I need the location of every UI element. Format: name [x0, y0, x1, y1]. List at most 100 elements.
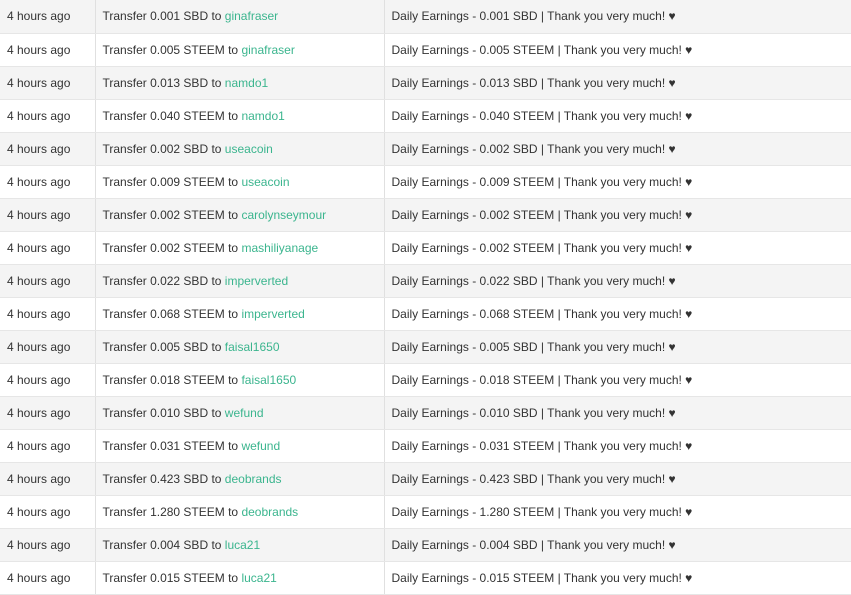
transfer-amount-text: Transfer 0.068 STEEM to: [102, 306, 239, 321]
transfer-history-body: 4 hours ago Transfer 0.001 SBD to ginafra…: [0, 0, 851, 595]
table-row: 4 hours ago Transfer 0.040 STEEM to namdo…: [0, 99, 851, 133]
recipient-user-link[interactable]: luca21: [241, 571, 276, 585]
recipient-user-link[interactable]: luca21: [225, 538, 260, 552]
recipient-user-link[interactable]: faisal1650: [241, 373, 296, 387]
recipient-user-link[interactable]: carolynseymour: [241, 208, 326, 222]
transaction-memo: Daily Earnings - 0.031 STEEM | Thank you…: [384, 429, 851, 463]
transaction-time: 4 hours ago: [0, 231, 96, 265]
transaction-memo: Daily Earnings - 0.423 SBD | Thank you v…: [384, 462, 851, 496]
transaction-action: Transfer 0.001 SBD to ginafraser: [95, 0, 385, 34]
recipient-user-link[interactable]: namdo1: [225, 76, 268, 90]
transaction-time: 4 hours ago: [0, 297, 96, 331]
table-row: 4 hours ago Transfer 0.002 STEEM to carol…: [0, 198, 851, 232]
transaction-time: 4 hours ago: [0, 396, 96, 430]
transaction-time: 4 hours ago: [0, 495, 96, 529]
transaction-action: Transfer 0.005 SBD to faisal1650: [95, 330, 385, 364]
table-row: 4 hours ago Transfer 0.005 SBD to faisal1…: [0, 330, 851, 364]
recipient-user-link[interactable]: deobrands: [225, 472, 282, 486]
table-row: 4 hours ago Transfer 0.013 SBD to namdo1 D…: [0, 66, 851, 100]
transaction-time: 4 hours ago: [0, 363, 96, 397]
recipient-user-link[interactable]: faisal1650: [225, 340, 280, 354]
table-row: 4 hours ago Transfer 0.001 SBD to ginafra…: [0, 0, 851, 34]
transaction-action: Transfer 0.018 STEEM to faisal1650: [95, 363, 385, 397]
recipient-user-link[interactable]: imperverted: [241, 307, 304, 321]
transaction-time: 4 hours ago: [0, 0, 96, 34]
transaction-action: Transfer 0.015 STEEM to luca21: [95, 561, 385, 595]
recipient-user-link[interactable]: imperverted: [225, 274, 288, 288]
transaction-time: 4 hours ago: [0, 33, 96, 67]
transaction-action: Transfer 0.002 STEEM to mashiliyanage: [95, 231, 385, 265]
transaction-action: Transfer 0.013 SBD to namdo1: [95, 66, 385, 100]
recipient-user-link[interactable]: deobrands: [241, 505, 298, 519]
recipient-user-link[interactable]: wefund: [225, 406, 264, 420]
transaction-time: 4 hours ago: [0, 198, 96, 232]
transaction-time: 4 hours ago: [0, 66, 96, 100]
transfer-amount-text: Transfer 0.018 STEEM to: [102, 372, 239, 387]
recipient-user-link[interactable]: mashiliyanage: [241, 241, 318, 255]
transaction-memo: Daily Earnings - 1.280 STEEM | Thank you…: [384, 495, 851, 529]
transaction-action: Transfer 0.031 STEEM to wefund: [95, 429, 385, 463]
recipient-user-link[interactable]: useacoin: [241, 175, 289, 189]
transfer-amount-text: Transfer 0.002 SBD to: [102, 141, 222, 156]
transaction-memo: Daily Earnings - 0.002 STEEM | Thank you…: [384, 231, 851, 265]
transfer-amount-text: Transfer 0.031 STEEM to: [102, 438, 239, 453]
transfer-amount-text: Transfer 0.013 SBD to: [102, 75, 222, 90]
table-row: 4 hours ago Transfer 0.005 STEEM to ginaf…: [0, 33, 851, 67]
transfer-amount-text: Transfer 0.010 SBD to: [102, 405, 222, 420]
transfer-amount-text: Transfer 0.015 STEEM to: [102, 570, 239, 585]
transaction-memo: Daily Earnings - 0.005 STEEM | Thank you…: [384, 33, 851, 67]
transaction-memo: Daily Earnings - 0.068 STEEM | Thank you…: [384, 297, 851, 331]
transaction-action: Transfer 0.423 SBD to deobrands: [95, 462, 385, 496]
transaction-time: 4 hours ago: [0, 330, 96, 364]
transaction-time: 4 hours ago: [0, 264, 96, 298]
transaction-memo: Daily Earnings - 0.013 SBD | Thank you v…: [384, 66, 851, 100]
transaction-memo: Daily Earnings - 0.010 SBD | Thank you v…: [384, 396, 851, 430]
transfer-amount-text: Transfer 0.005 STEEM to: [102, 42, 239, 57]
table-row: 4 hours ago Transfer 1.280 STEEM to deobr…: [0, 495, 851, 529]
table-row: 4 hours ago Transfer 0.002 SBD to useacoi…: [0, 132, 851, 166]
table-row: 4 hours ago Transfer 0.423 SBD to deobran…: [0, 462, 851, 496]
table-row: 4 hours ago Transfer 0.015 STEEM to luca2…: [0, 561, 851, 595]
transfer-amount-text: Transfer 0.002 STEEM to: [102, 207, 239, 222]
recipient-user-link[interactable]: wefund: [241, 439, 280, 453]
table-row: 4 hours ago Transfer 0.068 STEEM to imper…: [0, 297, 851, 331]
transfer-amount-text: Transfer 0.002 STEEM to: [102, 240, 239, 255]
recipient-user-link[interactable]: namdo1: [241, 109, 284, 123]
transaction-action: Transfer 0.005 STEEM to ginafraser: [95, 33, 385, 67]
transfer-amount-text: Transfer 0.005 SBD to: [102, 339, 222, 354]
table-row: 4 hours ago Transfer 0.004 SBD to luca21 D…: [0, 528, 851, 562]
transaction-action: Transfer 0.002 SBD to useacoin: [95, 132, 385, 166]
table-row: 4 hours ago Transfer 0.009 STEEM to useac…: [0, 165, 851, 199]
transaction-action: Transfer 0.010 SBD to wefund: [95, 396, 385, 430]
transaction-action: Transfer 1.280 STEEM to deobrands: [95, 495, 385, 529]
table-row: 4 hours ago Transfer 0.002 STEEM to mashi…: [0, 231, 851, 265]
transaction-time: 4 hours ago: [0, 132, 96, 166]
transfer-amount-text: Transfer 0.001 SBD to: [102, 9, 222, 24]
transfer-amount-text: Transfer 1.280 STEEM to: [102, 504, 239, 519]
recipient-user-link[interactable]: useacoin: [225, 142, 273, 156]
recipient-user-link[interactable]: ginafraser: [225, 9, 278, 23]
transaction-time: 4 hours ago: [0, 99, 96, 133]
transfer-amount-text: Transfer 0.022 SBD to: [102, 273, 222, 288]
transaction-memo: Daily Earnings - 0.002 STEEM | Thank you…: [384, 198, 851, 232]
transaction-memo: Daily Earnings - 0.022 SBD | Thank you v…: [384, 264, 851, 298]
recipient-user-link[interactable]: ginafraser: [241, 43, 294, 57]
transaction-memo: Daily Earnings - 0.005 SBD | Thank you v…: [384, 330, 851, 364]
transaction-time: 4 hours ago: [0, 561, 96, 595]
table-row: 4 hours ago Transfer 0.022 SBD to imperve…: [0, 264, 851, 298]
transaction-time: 4 hours ago: [0, 528, 96, 562]
transaction-action: Transfer 0.040 STEEM to namdo1: [95, 99, 385, 133]
transaction-time: 4 hours ago: [0, 165, 96, 199]
transaction-action: Transfer 0.022 SBD to imperverted: [95, 264, 385, 298]
transaction-memo: Daily Earnings - 0.015 STEEM | Thank you…: [384, 561, 851, 595]
transaction-time: 4 hours ago: [0, 429, 96, 463]
transaction-action: Transfer 0.068 STEEM to imperverted: [95, 297, 385, 331]
transfer-history-table: 4 hours ago Transfer 0.001 SBD to ginafra…: [0, 0, 851, 595]
transfer-amount-text: Transfer 0.004 SBD to: [102, 537, 222, 552]
transfer-amount-text: Transfer 0.040 STEEM to: [102, 108, 239, 123]
transaction-action: Transfer 0.004 SBD to luca21: [95, 528, 385, 562]
transfer-amount-text: Transfer 0.423 SBD to: [102, 471, 222, 486]
transaction-action: Transfer 0.009 STEEM to useacoin: [95, 165, 385, 199]
transaction-memo: Daily Earnings - 0.001 SBD | Thank you v…: [384, 0, 851, 34]
table-row: 4 hours ago Transfer 0.010 SBD to wefund D…: [0, 396, 851, 430]
